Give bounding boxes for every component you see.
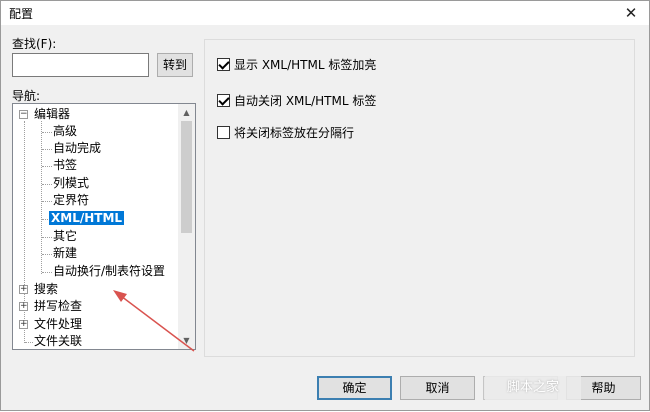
cancel-button[interactable]: 取消	[400, 376, 475, 400]
ok-button[interactable]: 确定	[317, 376, 392, 400]
arrow-head-icon	[113, 290, 127, 302]
arrow-line	[120, 295, 195, 352]
config-dialog: 配置 ✕ 查找(F): 转到 导航: − 编辑器 高级 自动完成 书签 列模式 …	[0, 0, 650, 411]
annotation-arrow	[113, 290, 195, 352]
watermark: 脚本之家	[485, 376, 581, 400]
